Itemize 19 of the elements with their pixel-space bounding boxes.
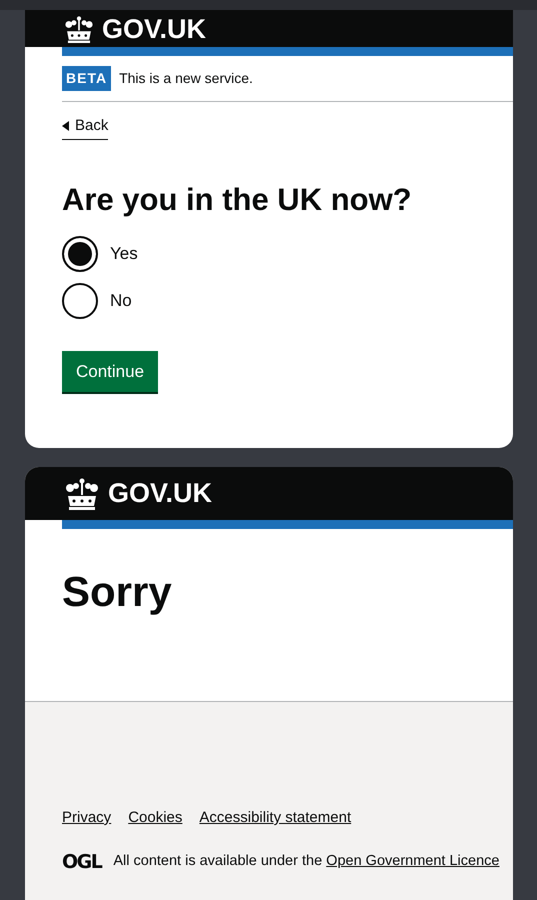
- licence-text: All content is available under the Open Government Licence: [113, 852, 500, 871]
- radio-button[interactable]: [62, 236, 98, 272]
- radio-button[interactable]: [62, 282, 98, 319]
- question-heading: Are you in the UK now?: [62, 182, 413, 217]
- continue-button[interactable]: Continue: [62, 350, 158, 392]
- licence-logo: OGL: [62, 850, 102, 874]
- footer-link[interactable]: Accessibility statement: [199, 807, 352, 830]
- back-link[interactable]: Back: [62, 115, 108, 140]
- phase-tag: BETA: [62, 66, 112, 91]
- site-logo[interactable]: GOV.UK: [102, 16, 206, 43]
- licence-link[interactable]: Open Government Licence: [326, 852, 500, 869]
- footer-link[interactable]: Cookies: [128, 807, 182, 830]
- site-logo[interactable]: GOV.UK: [108, 480, 212, 507]
- radio-label[interactable]: Yes: [110, 240, 138, 266]
- page-heading: Sorry: [62, 569, 173, 616]
- footer-link[interactable]: Privacy: [62, 807, 112, 830]
- back-arrow-icon: [62, 121, 69, 132]
- radio-label[interactable]: No: [110, 288, 132, 314]
- phase-text: This is a new service.: [119, 69, 253, 88]
